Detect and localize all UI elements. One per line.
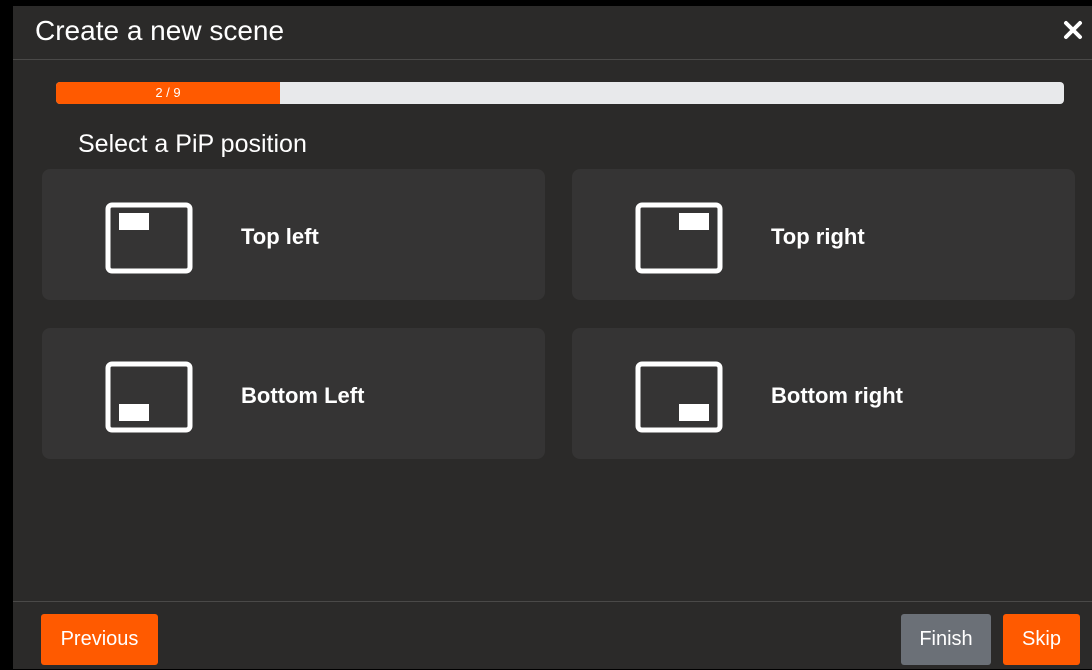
pip-bottom-right-icon [635, 361, 723, 433]
pip-top-right-icon [635, 202, 723, 274]
step-heading: Select a PiP position [78, 130, 307, 158]
dialog-header: Create a new scene [13, 6, 1092, 60]
skip-button[interactable]: Skip [1003, 614, 1080, 665]
pip-option-label: Bottom Left [241, 383, 365, 408]
pip-option-top-left[interactable]: Top left [42, 169, 545, 300]
pip-top-left-icon [105, 202, 193, 274]
pip-bottom-left-icon [105, 361, 193, 433]
pip-option-bottom-right[interactable]: Bottom right [572, 328, 1075, 459]
progress-bar: 2 / 9 [56, 82, 1064, 104]
dialog-title: Create a new scene [35, 15, 285, 46]
finish-button[interactable]: Finish [901, 614, 991, 665]
create-scene-dialog: Create a new scene 2 / 9 Select a PiP po… [13, 6, 1092, 669]
progress-fill: 2 / 9 [56, 82, 280, 104]
previous-button[interactable]: Previous [41, 614, 158, 665]
pip-option-label: Top right [771, 224, 865, 249]
pip-option-label: Bottom right [771, 383, 903, 408]
close-icon[interactable] [1062, 19, 1084, 41]
pip-option-top-right[interactable]: Top right [572, 169, 1075, 300]
pip-option-bottom-left[interactable]: Bottom Left [42, 328, 545, 459]
dialog-footer: Previous Finish Skip [13, 601, 1092, 670]
pip-option-label: Top left [241, 224, 319, 249]
